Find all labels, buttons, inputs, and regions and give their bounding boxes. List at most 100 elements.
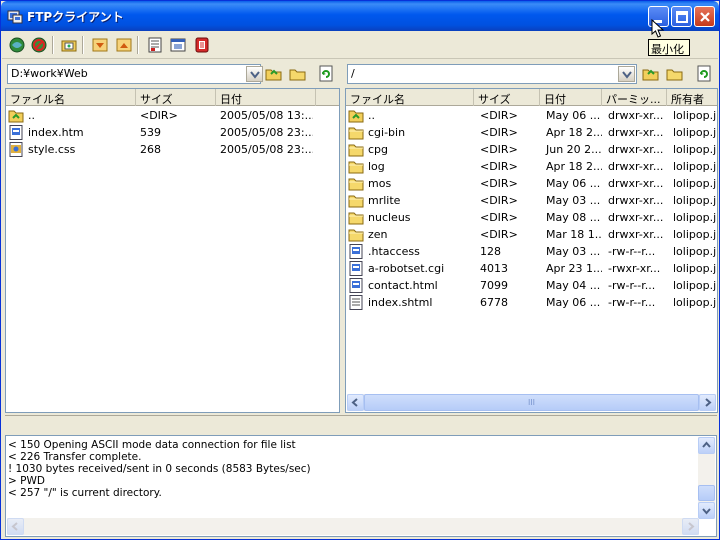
toolbar <box>2 31 718 59</box>
app-icon <box>7 8 23 24</box>
table-row[interactable]: cpg <DIR> Jun 20 2... drwxr-xr... lolipop.jp <box>346 141 717 158</box>
file-size: <DIR> <box>480 143 518 156</box>
file-permission: -rw-r--r... <box>608 296 656 309</box>
file-owner: lolipop.jp <box>673 126 717 139</box>
file-permission: drwxr-xr... <box>608 160 664 173</box>
chevron-down-icon[interactable] <box>618 66 635 82</box>
scroll-up-button[interactable] <box>698 437 715 454</box>
table-row[interactable]: cgi-bin <DIR> Apr 18 2... drwxr-xr... lolipo… <box>346 124 717 141</box>
file-name: nucleus <box>368 211 411 224</box>
text-file-icon <box>348 295 364 310</box>
col-header-name[interactable]: ファイル名 <box>6 89 136 106</box>
local-file-list[interactable]: ファイル名 サイズ 日付 .. <DIR> 2005/05/08 13:... ind… <box>5 88 340 413</box>
scroll-thumb-grip: III <box>527 398 536 407</box>
remote-path-combo[interactable]: / <box>347 64 637 84</box>
file-size: <DIR> <box>480 211 518 224</box>
file-permission: -rw-r--r... <box>608 245 656 258</box>
stop-icon[interactable] <box>192 35 212 55</box>
file-size: 4013 <box>480 262 508 275</box>
col-header-size[interactable]: サイズ <box>136 89 216 106</box>
table-row[interactable]: zen <DIR> Mar 18 1... drwxr-xr... lolipop.jp <box>346 226 717 243</box>
disconnect-icon[interactable] <box>29 35 49 55</box>
col-header-date[interactable]: 日付 <box>540 89 602 106</box>
table-row[interactable]: index.shtml 6778 May 06 ... -rw-r--r... loli… <box>346 294 717 311</box>
remote-horizontal-scrollbar[interactable]: III <box>347 394 716 411</box>
html-file-icon <box>348 278 364 293</box>
file-name: log <box>368 160 385 173</box>
parent-folder-icon[interactable] <box>265 65 283 83</box>
close-button[interactable] <box>694 6 715 27</box>
file-owner: lolipop.jp <box>673 143 717 156</box>
file-permission: drwxr-xr... <box>608 126 664 139</box>
refresh-icon[interactable] <box>318 65 336 83</box>
file-size: 128 <box>480 245 501 258</box>
upload-icon[interactable] <box>114 35 134 55</box>
maximize-button[interactable] <box>671 6 692 27</box>
file-owner: lolipop.jp <box>673 211 717 224</box>
file-size: <DIR> <box>480 228 518 241</box>
local-list-header: ファイル名 サイズ 日付 <box>6 89 339 106</box>
refresh-icon[interactable] <box>696 65 714 83</box>
file-date: May 06 ... <box>546 177 601 190</box>
scroll-down-button[interactable] <box>698 502 715 519</box>
col-header-owner[interactable]: 所有者 <box>667 89 717 106</box>
file-date: 2005/05/08 13:... <box>220 109 313 122</box>
log-panel[interactable]: < 150 Opening ASCII mode data connection… <box>5 435 717 537</box>
connect-icon[interactable] <box>7 35 27 55</box>
file-date: Apr 18 2... <box>546 126 602 139</box>
file-owner: lolipop.jp <box>673 177 717 190</box>
file-permission: drwxr-xr... <box>608 228 664 241</box>
remote-file-list[interactable]: ファイル名 サイズ 日付 パーミッ... 所有者 .. <DIR> May 06 .… <box>345 88 718 413</box>
folder-icon <box>348 125 364 140</box>
log-line: < 257 "/" is current directory. <box>8 487 162 499</box>
parent-folder-icon[interactable] <box>642 65 660 83</box>
table-row[interactable]: contact.html 7099 May 04 ... -rw-r--r... lol… <box>346 277 717 294</box>
table-row[interactable]: mos <DIR> May 06 ... drwxr-xr... lolipop.jp <box>346 175 717 192</box>
table-row[interactable]: index.htm 539 2005/05/08 23:... <box>6 124 339 141</box>
status-bar <box>5 415 717 434</box>
file-owner: lolipop.jp <box>673 262 717 275</box>
table-row[interactable]: .. <DIR> 2005/05/08 13:... <box>6 107 339 124</box>
file-owner: lolipop.jp <box>673 194 717 207</box>
col-header-size[interactable]: サイズ <box>474 89 540 106</box>
log-vertical-scrollbar[interactable] <box>698 437 715 519</box>
remote-pane: / ファイル名 サイズ 日付 パーミッ... 所有者 .. <DIR> May 06… <box>345 61 718 413</box>
log-line: > PWD <box>8 475 45 487</box>
log-icon[interactable] <box>145 35 165 55</box>
title-bar[interactable]: FTPクライアント <box>1 1 719 31</box>
file-owner: lolipop.jp <box>673 279 717 292</box>
file-size: 268 <box>140 143 161 156</box>
file-permission: drwxr-xr... <box>608 143 664 156</box>
log-horizontal-scrollbar[interactable] <box>7 518 699 535</box>
file-owner: lolipop.jp <box>673 245 717 258</box>
toolbar-separator <box>52 36 54 54</box>
table-row[interactable]: mrlite <DIR> May 03 ... drwxr-xr... lolipop.… <box>346 192 717 209</box>
folder-icon <box>348 210 364 225</box>
table-row[interactable]: nucleus <DIR> May 08 ... drwxr-xr... lolipop… <box>346 209 717 226</box>
scroll-left-button[interactable] <box>347 394 364 411</box>
new-folder-icon[interactable] <box>666 65 684 83</box>
chevron-down-icon[interactable] <box>246 66 263 82</box>
queue-icon[interactable] <box>168 35 188 55</box>
scroll-thumb[interactable]: III <box>364 394 699 411</box>
col-header-name[interactable]: ファイル名 <box>346 89 474 106</box>
window-title: FTPクライアント <box>27 10 124 24</box>
col-header-date[interactable]: 日付 <box>216 89 316 106</box>
table-row[interactable]: log <DIR> Apr 18 2... drwxr-xr... lolipop.jp <box>346 158 717 175</box>
download-icon[interactable] <box>90 35 110 55</box>
file-name: index.shtml <box>368 296 433 309</box>
table-row[interactable]: style.css 268 2005/05/08 23:... <box>6 141 339 158</box>
html-file-icon <box>348 261 364 276</box>
scroll-right-button[interactable] <box>682 518 699 535</box>
table-row[interactable]: .. <DIR> May 06 ... drwxr-xr... lolipop.jp <box>346 107 717 124</box>
local-path-combo[interactable]: D:¥work¥Web <box>7 64 261 84</box>
scroll-left-button[interactable] <box>7 518 24 535</box>
col-header-permission[interactable]: パーミッ... <box>602 89 667 106</box>
site-manager-icon[interactable] <box>59 35 79 55</box>
table-row[interactable]: .htaccess 128 May 03 ... -rw-r--r... lolipop… <box>346 243 717 260</box>
file-size: <DIR> <box>480 177 518 190</box>
scroll-thumb[interactable] <box>698 485 715 501</box>
new-folder-icon[interactable] <box>289 65 307 83</box>
scroll-right-button[interactable] <box>699 394 716 411</box>
table-row[interactable]: a-robotset.cgi 4013 Apr 23 1... -rwxr-xr...… <box>346 260 717 277</box>
